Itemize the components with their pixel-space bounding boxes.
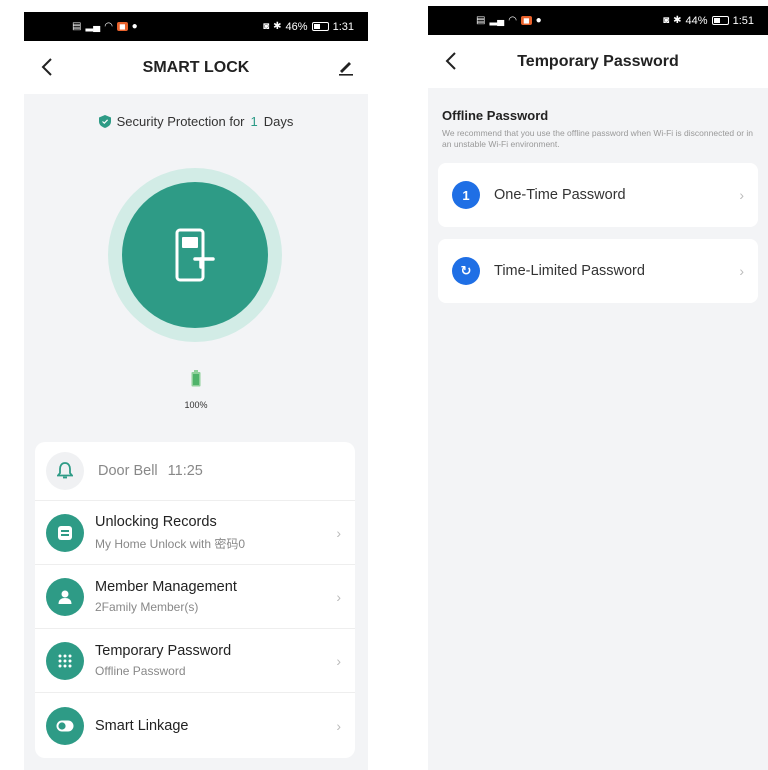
member-management-subtitle: 2Family Member(s) — [95, 600, 199, 614]
alarm-icon: ◙ — [663, 14, 670, 26]
toggle-icon — [56, 720, 74, 731]
security-prefix: Security Protection for — [116, 114, 245, 129]
toggle-icon-wrap — [46, 706, 84, 745]
section-description: We recommend that you use the offline pa… — [442, 128, 754, 149]
battery-percent-status: 46% — [285, 20, 308, 33]
status-bar: ▤ ▂▄ ◠ ◼ ● ◙ ✱ 46% 1:31 — [24, 12, 368, 41]
signal-icon: ▂▄ — [489, 14, 505, 26]
smart-linkage-item[interactable]: Smart Linkage › — [35, 692, 355, 758]
status-bar: ▤ ▂▄ ◠ ◼ ● ◙ ✱ 44% 1:51 — [428, 6, 768, 35]
keypad-icon — [58, 654, 72, 667]
shield-icon — [98, 115, 111, 128]
doorbell-label: Door Bell — [98, 463, 158, 479]
smart-linkage-title: Smart Linkage — [95, 717, 189, 734]
function-list: Door Bell 11:25 Unlocking Records My Hom… — [35, 442, 355, 758]
temporary-password-item[interactable]: Temporary Password Offline Password › — [35, 628, 355, 692]
status-time: 1:31 — [332, 20, 354, 33]
unlocking-records-text: Unlocking Records My Home Unlock with 密码… — [95, 514, 245, 552]
message-icon: ● — [131, 20, 138, 32]
smart-lock-screen: ▤ ▂▄ ◠ ◼ ● ◙ ✱ 46% 1:31 SMART LOCK Secur… — [24, 12, 368, 770]
status-right: ◙ ✱ 44% 1:51 — [663, 15, 754, 27]
records-icon — [58, 525, 72, 540]
smart-linkage-text: Smart Linkage — [95, 718, 189, 734]
member-icon — [58, 590, 72, 604]
notification-icon: ◼ — [116, 22, 128, 31]
records-icon-wrap — [46, 513, 84, 552]
edit-icon[interactable] — [336, 57, 356, 77]
security-days: 1 — [250, 114, 258, 129]
page-title: SMART LOCK — [142, 58, 250, 76]
lock-status-ring — [108, 168, 282, 342]
status-time: 1:51 — [732, 14, 754, 27]
battery-percent-status: 44% — [685, 14, 708, 27]
wifi-icon: ◠ — [508, 14, 517, 26]
status-battery-icon — [711, 16, 729, 25]
chevron-right-icon: › — [739, 187, 744, 204]
chevron-right-icon: › — [739, 263, 744, 280]
time-limited-password-label: Time-Limited Password — [494, 263, 645, 280]
time-limited-password-option[interactable]: ↻ Time-Limited Password › — [438, 239, 758, 304]
member-icon-wrap — [46, 577, 84, 616]
battery-percent: 100% — [184, 400, 208, 410]
member-management-title: Member Management — [95, 579, 237, 595]
nav-bar: SMART LOCK — [24, 41, 368, 94]
notification-icon: ◼ — [520, 16, 532, 25]
alarm-icon: ◙ — [263, 20, 270, 32]
bell-icon-wrap — [46, 452, 84, 490]
chevron-right-icon: › — [336, 524, 341, 541]
bluetooth-icon: ✱ — [673, 14, 682, 26]
unlocking-records-item[interactable]: Unlocking Records My Home Unlock with 密码… — [35, 500, 355, 564]
nav-bar: Temporary Password — [428, 35, 768, 88]
section-title: Offline Password — [442, 108, 549, 123]
chevron-right-icon: › — [336, 588, 341, 605]
security-protection: Security Protection for 1 Days — [24, 114, 368, 129]
wifi-icon: ◠ — [104, 20, 113, 32]
chevron-right-icon: › — [336, 652, 341, 669]
signal-icon: ▂▄ — [85, 20, 101, 32]
unlocking-records-subtitle: My Home Unlock with 密码0 — [95, 536, 246, 551]
hd-icon: ▤ — [72, 20, 82, 32]
battery-icon — [191, 370, 201, 387]
number-one-icon: 1 — [452, 181, 480, 210]
refresh-icon: ↻ — [452, 257, 480, 286]
security-suffix: Days — [263, 114, 294, 129]
bell-icon — [57, 462, 73, 479]
one-time-password-option[interactable]: 1 One-Time Password › — [438, 163, 758, 228]
page-title: Temporary Password — [517, 52, 679, 70]
battery-indicator: 100% — [24, 370, 368, 410]
status-left: ▤ ▂▄ ◠ ◼ ● — [476, 14, 542, 26]
back-arrow-icon[interactable] — [36, 55, 60, 79]
door-lock-icon — [175, 228, 215, 282]
lock-button[interactable] — [122, 182, 268, 328]
status-left: ▤ ▂▄ ◠ ◼ ● — [72, 20, 138, 32]
back-arrow-icon[interactable] — [440, 49, 464, 73]
member-management-item[interactable]: Member Management 2Family Member(s) › — [35, 564, 355, 628]
chevron-right-icon: › — [336, 717, 341, 734]
temporary-password-screen: ▤ ▂▄ ◠ ◼ ● ◙ ✱ 44% 1:51 Temporary Passwo… — [428, 6, 768, 770]
temporary-password-title: Temporary Password — [95, 643, 232, 659]
status-battery-icon — [311, 22, 329, 31]
one-time-password-label: One-Time Password — [494, 187, 626, 204]
keypad-icon-wrap — [46, 641, 84, 680]
doorbell-time: 11:25 — [167, 463, 203, 479]
unlocking-records-title: Unlocking Records — [95, 513, 217, 530]
doorbell-row: Door Bell 11:25 — [35, 442, 355, 500]
temporary-password-subtitle: Offline Password — [95, 664, 186, 678]
status-right: ◙ ✱ 46% 1:31 — [263, 21, 354, 33]
bluetooth-icon: ✱ — [273, 20, 282, 32]
temporary-password-text: Temporary Password Offline Password — [95, 643, 231, 678]
member-management-text: Member Management 2Family Member(s) — [95, 579, 237, 614]
hd-icon: ▤ — [476, 14, 486, 26]
message-icon: ● — [535, 14, 542, 26]
